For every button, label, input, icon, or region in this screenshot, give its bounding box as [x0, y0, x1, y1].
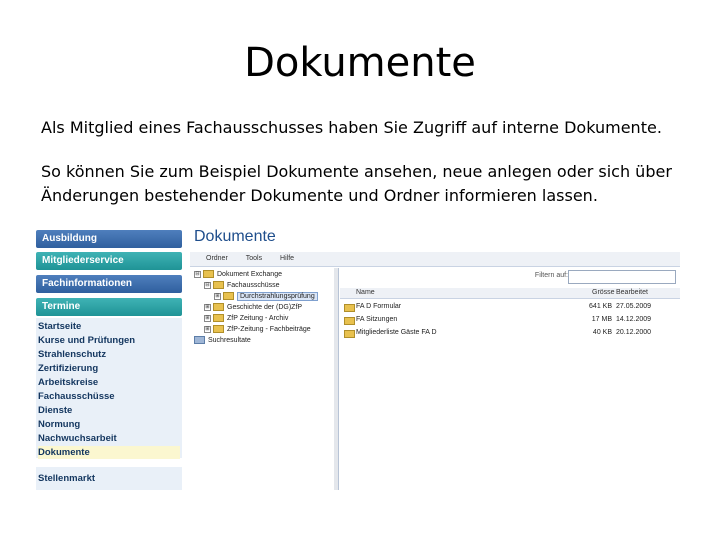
- sidebar-item-dokumente[interactable]: Dokumente: [38, 446, 180, 459]
- panel-title: Dokumente: [194, 228, 276, 245]
- nav-fachinformationen[interactable]: Fachinformationen: [36, 275, 182, 293]
- tree-node-zeitung-fachbeitraege[interactable]: ⊞ ZfP-Zeitung - Fachbeiträge: [204, 325, 311, 335]
- folder-icon: [213, 303, 224, 312]
- folder-icon: [344, 304, 355, 312]
- embedded-screenshot: Ausbildung Mitgliederservice Fachinforma…: [36, 226, 680, 490]
- menu-ordner[interactable]: Ordner: [206, 255, 228, 262]
- folder-icon: [344, 330, 355, 338]
- sidebar-item-arbeitskreise[interactable]: Arbeitskreise: [38, 376, 180, 389]
- tree-node-durchstrahlungspruefung[interactable]: ⊞ Durchstrahlungsprüfung: [214, 292, 318, 302]
- sidebar-item-startseite[interactable]: Startseite: [38, 320, 180, 333]
- sidebar-item-kurse[interactable]: Kurse und Prüfungen: [38, 334, 180, 347]
- sidebar-item-stellenmarkt[interactable]: Stellenmarkt: [36, 467, 182, 490]
- folder-icon: [203, 270, 214, 279]
- expand-icon[interactable]: ⊞: [214, 292, 221, 300]
- intro-paragraph: Als Mitglied eines Fachausschusses haben…: [41, 118, 662, 137]
- filter-bar: Filtern auf:: [344, 270, 678, 284]
- column-name[interactable]: Name: [356, 288, 375, 298]
- expand-icon[interactable]: ⊞: [204, 303, 211, 311]
- column-date[interactable]: Bearbeitet: [616, 288, 648, 298]
- tree-node-suchresultate[interactable]: Suchresultate: [194, 336, 251, 346]
- sidebar-item-zertifizierung[interactable]: Zertifizierung: [38, 362, 180, 375]
- nav-mitgliederservice[interactable]: Mitgliederservice: [36, 252, 182, 270]
- sidebar-item-dienste[interactable]: Dienste: [38, 404, 180, 417]
- search-results-icon: [194, 336, 205, 345]
- folder-tree: ⊟ Dokument Exchange ⊟ Fachausschüsse ⊞ Durc…: [190, 268, 339, 490]
- menu-hilfe[interactable]: Hilfe: [280, 255, 294, 262]
- folder-icon: [213, 314, 224, 323]
- sidebar-item-strahlenschutz[interactable]: Strahlenschutz: [38, 348, 180, 361]
- description-paragraph: So können Sie zum Beispiel Dokumente ans…: [41, 162, 672, 205]
- filter-input[interactable]: [568, 270, 676, 284]
- nav-termine[interactable]: Termine: [36, 298, 182, 316]
- file-row[interactable]: Mitgliederliste Gäste FA D 40 KB 20.12.2…: [340, 327, 680, 339]
- tree-node-dokument-exchange[interactable]: ⊟ Dokument Exchange: [194, 270, 282, 280]
- file-list-header: Name Grösse Bearbeitet: [340, 288, 680, 299]
- file-row[interactable]: FA Sitzungen 17 MB 14.12.2009: [340, 314, 680, 326]
- document-exchange-panel: Dokumente Ordner Tools Hilfe ⊟ Dokument E…: [188, 226, 680, 490]
- expand-icon[interactable]: ⊞: [204, 314, 211, 322]
- file-row[interactable]: FA D Formular 641 KB 27.05.2009: [340, 301, 680, 313]
- tree-node-geschichte[interactable]: ⊞ Geschichte der (DG)ZfP: [204, 303, 302, 313]
- menu-bar: Ordner Tools Hilfe: [190, 252, 680, 267]
- expand-icon[interactable]: ⊞: [204, 325, 211, 333]
- column-size[interactable]: Grösse: [592, 288, 615, 298]
- sidebar-item-fachausschuesse[interactable]: Fachausschüsse: [38, 390, 180, 403]
- collapse-icon[interactable]: ⊟: [194, 270, 201, 278]
- sidebar-item-normung[interactable]: Normung: [38, 418, 180, 431]
- tree-scrollbar[interactable]: [334, 268, 338, 490]
- sidebar: Ausbildung Mitgliederservice Fachinforma…: [36, 226, 182, 490]
- menu-tools[interactable]: Tools: [246, 255, 262, 262]
- sidebar-item-nachwuchsarbeit[interactable]: Nachwuchsarbeit: [38, 432, 180, 445]
- folder-icon: [223, 292, 234, 301]
- sidebar-submenu: Startseite Kurse und Prüfungen Strahlens…: [36, 318, 182, 459]
- tree-node-zeitung-archiv[interactable]: ⊞ ZfP Zeitung - Archiv: [204, 314, 288, 324]
- tree-node-fachausschuesse[interactable]: ⊟ Fachausschüsse: [204, 281, 280, 291]
- folder-icon: [344, 317, 355, 325]
- collapse-icon[interactable]: ⊟: [204, 281, 211, 289]
- nav-ausbildung[interactable]: Ausbildung: [36, 230, 182, 248]
- filter-label: Filtern auf:: [534, 272, 568, 279]
- slide-title: Dokumente: [244, 40, 476, 86]
- file-list: Name Grösse Bearbeitet FA D Formular 641…: [340, 288, 680, 490]
- folder-icon: [213, 281, 224, 290]
- folder-icon: [213, 325, 224, 334]
